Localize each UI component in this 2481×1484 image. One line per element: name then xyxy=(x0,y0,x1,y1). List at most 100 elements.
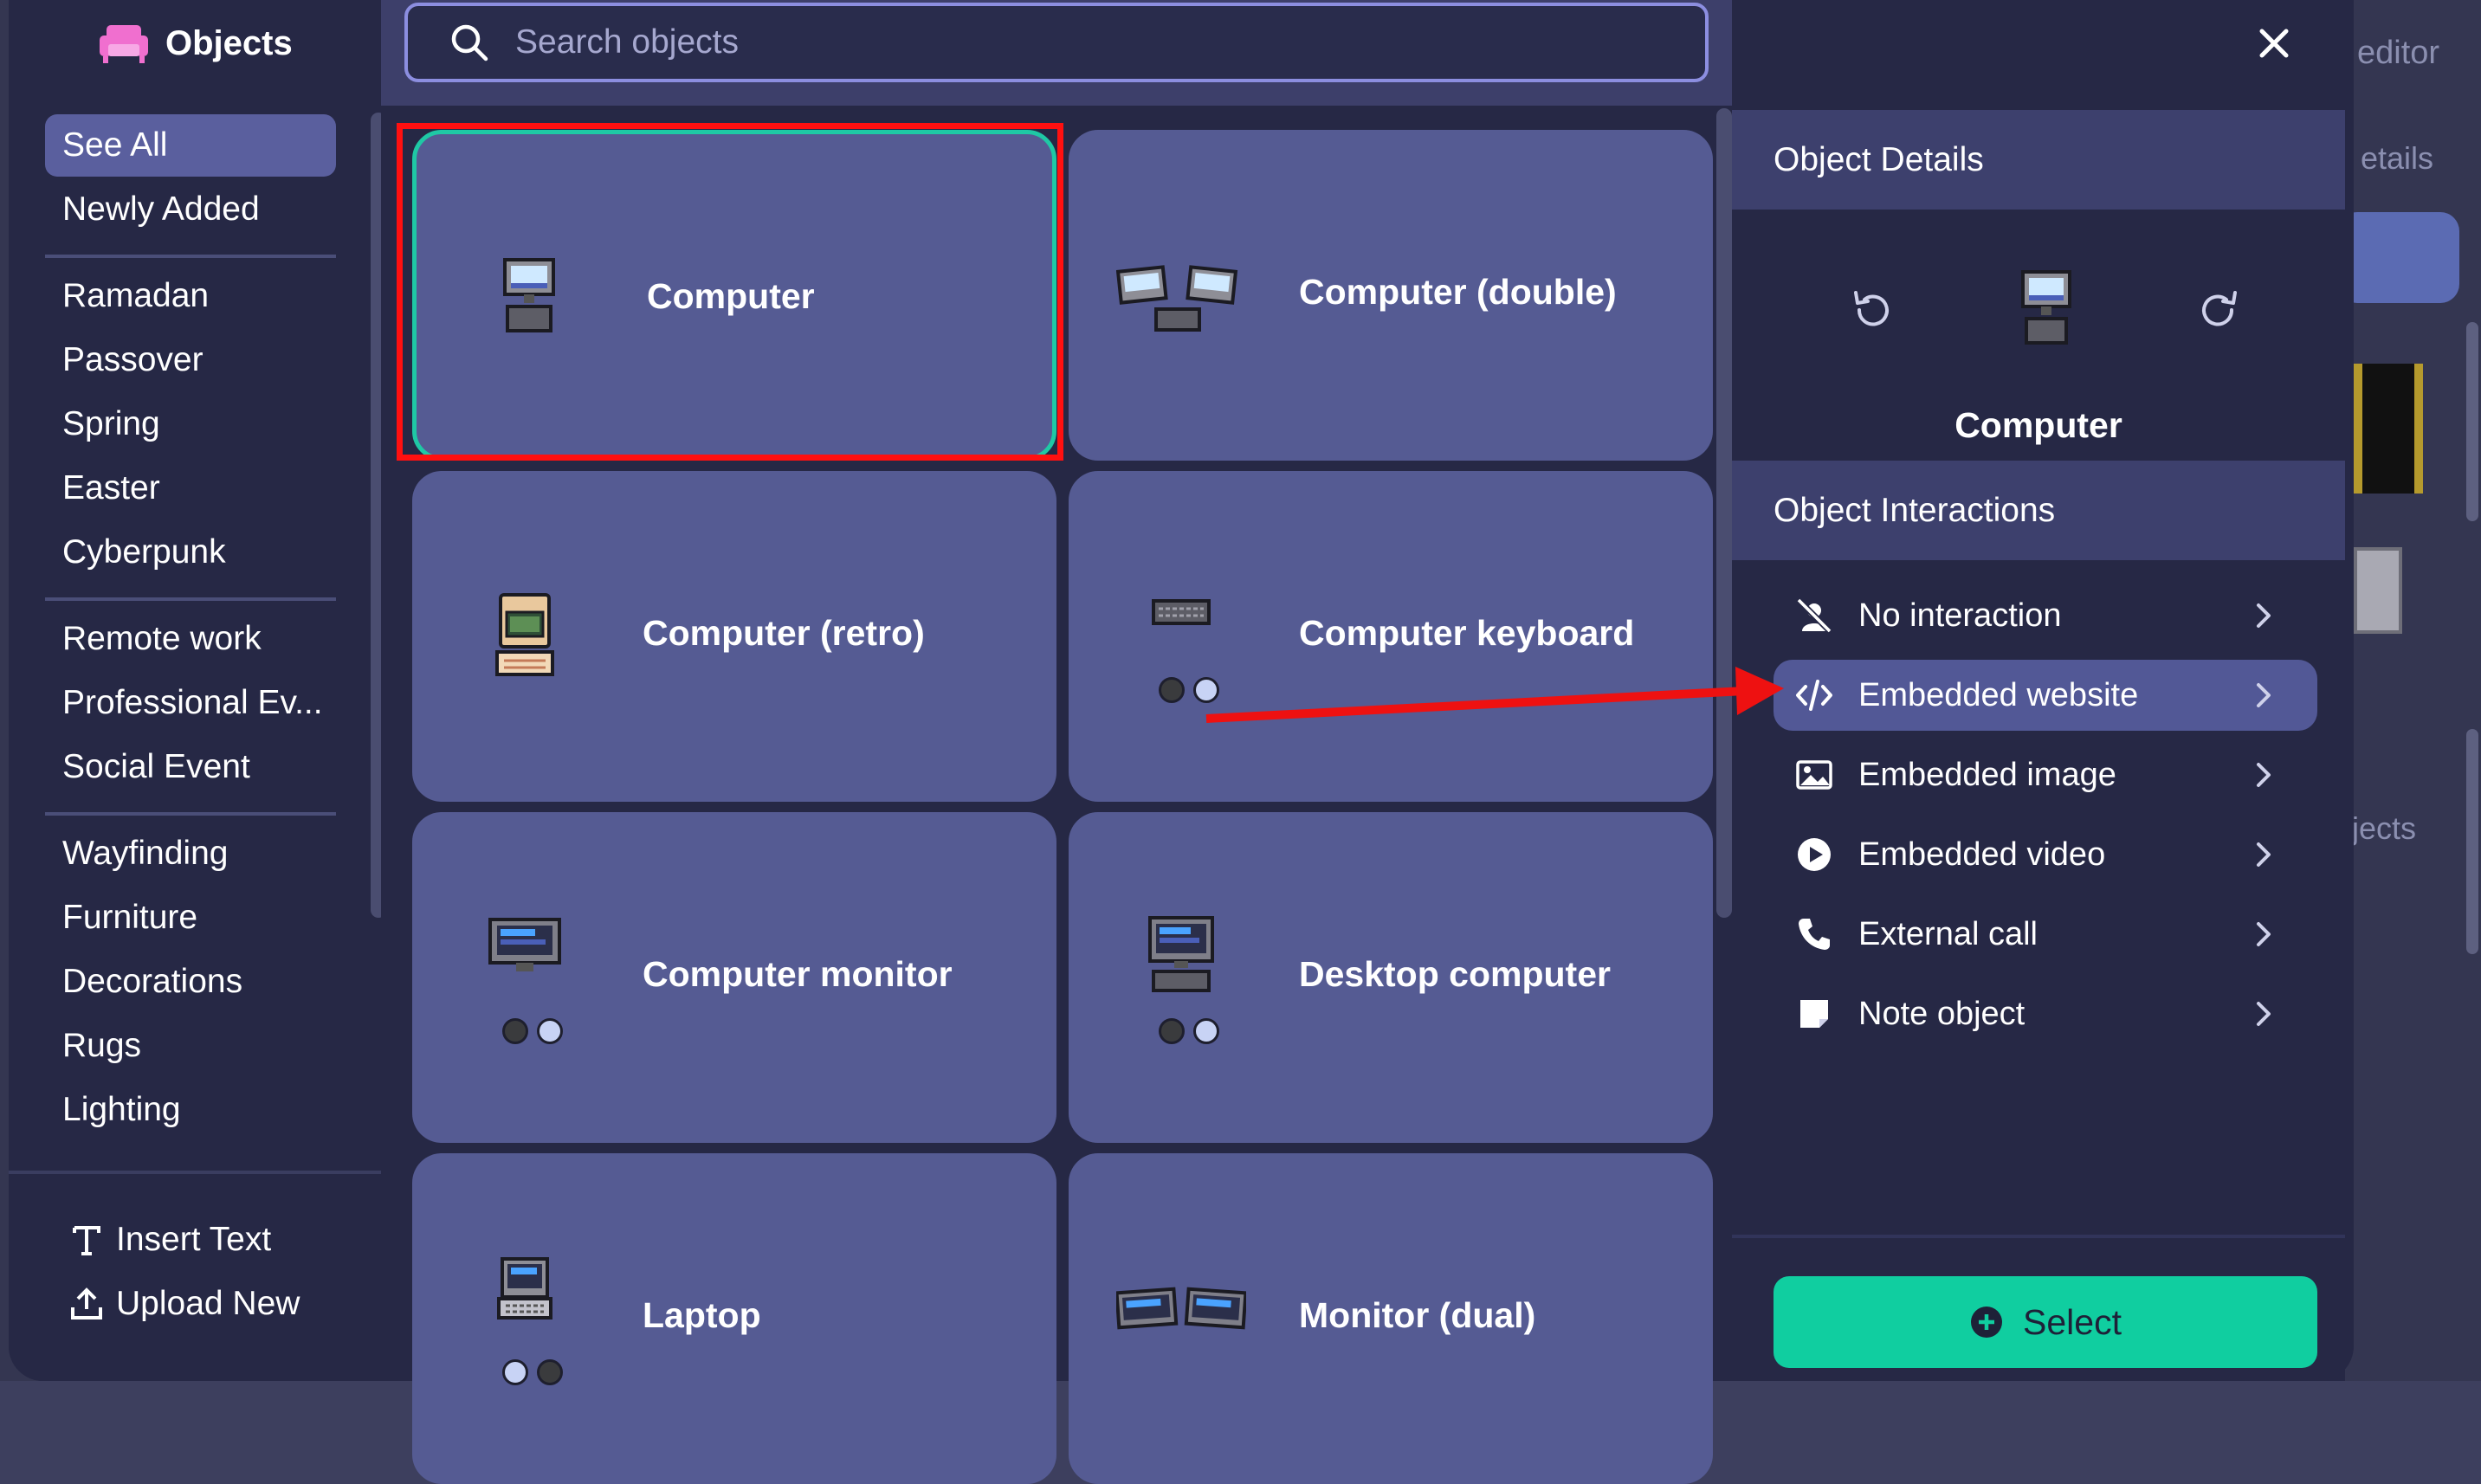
object-interactions-header: Object Interactions xyxy=(1732,461,2345,560)
search-input[interactable] xyxy=(514,23,1643,62)
interaction-option[interactable]: No interaction xyxy=(1774,580,2317,651)
grid-scrollbar[interactable] xyxy=(1716,108,1732,918)
sidebar-item[interactable]: Decorations xyxy=(45,951,336,1013)
select-button[interactable]: Select xyxy=(1774,1276,2317,1368)
sidebar-item[interactable]: Rugs xyxy=(45,1015,336,1077)
interaction-option[interactable]: Embedded image xyxy=(1774,739,2317,810)
interaction-option[interactable]: Embedded website xyxy=(1774,660,2317,731)
preview-computer-icon xyxy=(2021,270,2071,345)
variant-swatch[interactable] xyxy=(502,1359,528,1385)
sofa-icon xyxy=(100,25,148,63)
phone-icon xyxy=(1794,914,1834,954)
details-footer-divider xyxy=(1732,1235,2345,1238)
chevron-right-icon xyxy=(2257,763,2271,787)
variant-swatch[interactable] xyxy=(502,1018,528,1044)
keyboard-icon xyxy=(1152,599,1211,625)
text-icon xyxy=(73,1226,100,1255)
color-variants xyxy=(502,1018,563,1044)
sidebar-item[interactable]: Wayfinding xyxy=(45,823,336,885)
object-interactions-title: Object Interactions xyxy=(1774,491,2056,529)
upload-icon xyxy=(71,1287,102,1319)
sidebar-item[interactable]: Professional Ev... xyxy=(45,672,336,734)
interaction-label: Embedded video xyxy=(1858,836,2106,873)
object-card[interactable]: Laptop xyxy=(412,1153,1056,1484)
variant-swatch[interactable] xyxy=(1193,1018,1219,1044)
object-name: Computer monitor xyxy=(643,954,953,994)
interaction-option[interactable]: Note object xyxy=(1774,978,2317,1049)
rotate-left-icon[interactable] xyxy=(1847,286,1896,334)
code-icon xyxy=(1794,675,1834,715)
object-name: Monitor (dual) xyxy=(1299,1295,1536,1335)
chevron-right-icon xyxy=(2257,842,2271,867)
variant-swatch[interactable] xyxy=(1159,677,1185,703)
highlight-box xyxy=(397,123,1063,461)
object-card[interactable]: Computer keyboard xyxy=(1069,471,1713,802)
interaction-label: Embedded image xyxy=(1858,756,2116,793)
sidebar-item[interactable]: Ramadan xyxy=(45,265,336,327)
plus-circle-icon xyxy=(1971,1307,2003,1338)
monitor-icon xyxy=(488,918,561,971)
interaction-option[interactable]: External call xyxy=(1774,899,2317,970)
close-icon xyxy=(2259,29,2289,58)
object-name: Computer keyboard xyxy=(1299,613,1635,653)
search-icon xyxy=(451,24,488,61)
desktop-computer-icon xyxy=(1148,916,1214,992)
object-name: Desktop computer xyxy=(1299,954,1611,994)
sidebar-item[interactable]: Furniture xyxy=(45,887,336,949)
object-card[interactable]: Monitor (dual) xyxy=(1069,1153,1713,1484)
object-name: Computer (retro) xyxy=(643,613,925,653)
close-button[interactable] xyxy=(2250,19,2298,68)
sidebar-separator xyxy=(45,255,336,258)
sidebar-item[interactable]: See All xyxy=(45,114,336,177)
chevron-right-icon xyxy=(2257,922,2271,946)
chevron-right-icon xyxy=(2257,683,2271,707)
rotate-right-icon[interactable] xyxy=(2195,286,2244,334)
insert-text-button[interactable]: Insert Text xyxy=(69,1221,271,1259)
chevron-right-icon xyxy=(2257,1002,2271,1026)
sidebar-item[interactable]: Lighting xyxy=(45,1079,336,1141)
object-card[interactable]: Computer monitor xyxy=(412,812,1056,1143)
variant-swatch[interactable] xyxy=(1159,1018,1185,1044)
insert-text-label: Insert Text xyxy=(116,1221,272,1258)
objects-title-text: Objects xyxy=(165,23,293,62)
search-bar[interactable] xyxy=(404,3,1709,82)
user-slash-icon xyxy=(1794,596,1834,636)
backdrop-scrollbar xyxy=(2466,322,2478,521)
play-icon xyxy=(1794,835,1834,874)
editor-label: editor xyxy=(2357,35,2440,71)
variant-swatch[interactable] xyxy=(537,1018,563,1044)
category-sidebar: Objects See All Newly Added Ramadan Passove… xyxy=(9,0,390,1381)
interaction-label: Embedded website xyxy=(1858,676,2139,713)
sidebar-item[interactable]: Remote work xyxy=(45,608,336,670)
sidebar-item[interactable]: Newly Added xyxy=(45,178,336,241)
backdrop-button xyxy=(2338,212,2459,303)
selected-object-name: Computer xyxy=(1954,405,2122,445)
sidebar-item[interactable]: Passover xyxy=(45,329,336,391)
color-variants xyxy=(1159,677,1219,703)
object-card[interactable]: Desktop computer xyxy=(1069,812,1713,1143)
color-variants xyxy=(502,1359,563,1385)
sidebar-separator xyxy=(45,597,336,601)
sidebar-item[interactable]: Cyberpunk xyxy=(45,521,336,584)
interaction-label: Note object xyxy=(1858,995,2026,1032)
variant-swatch[interactable] xyxy=(537,1359,563,1385)
sidebar-separator xyxy=(45,812,336,816)
object-name: Laptop xyxy=(643,1295,761,1335)
sidebar-item[interactable]: Social Event xyxy=(45,736,336,798)
interaction-option[interactable]: Embedded video xyxy=(1774,819,2317,890)
objects-label-behind: jects xyxy=(2352,810,2417,846)
computer-double-icon xyxy=(1116,265,1238,332)
backdrop-object xyxy=(2354,364,2423,494)
upload-new-button[interactable]: Upload New xyxy=(69,1285,300,1323)
backdrop-scrollbar-2 xyxy=(2466,729,2478,954)
sidebar-item[interactable]: Spring xyxy=(45,393,336,455)
color-variants xyxy=(1159,1018,1219,1044)
object-name: Computer (double) xyxy=(1299,272,1617,312)
variant-swatch[interactable] xyxy=(1193,677,1219,703)
interaction-label: No interaction xyxy=(1858,597,2062,634)
laptop-icon xyxy=(497,1257,552,1319)
sidebar-item[interactable]: Easter xyxy=(45,457,336,519)
note-icon xyxy=(1794,994,1834,1034)
object-card[interactable]: Computer (retro) xyxy=(412,471,1056,802)
object-card[interactable]: Computer (double) xyxy=(1069,130,1713,461)
